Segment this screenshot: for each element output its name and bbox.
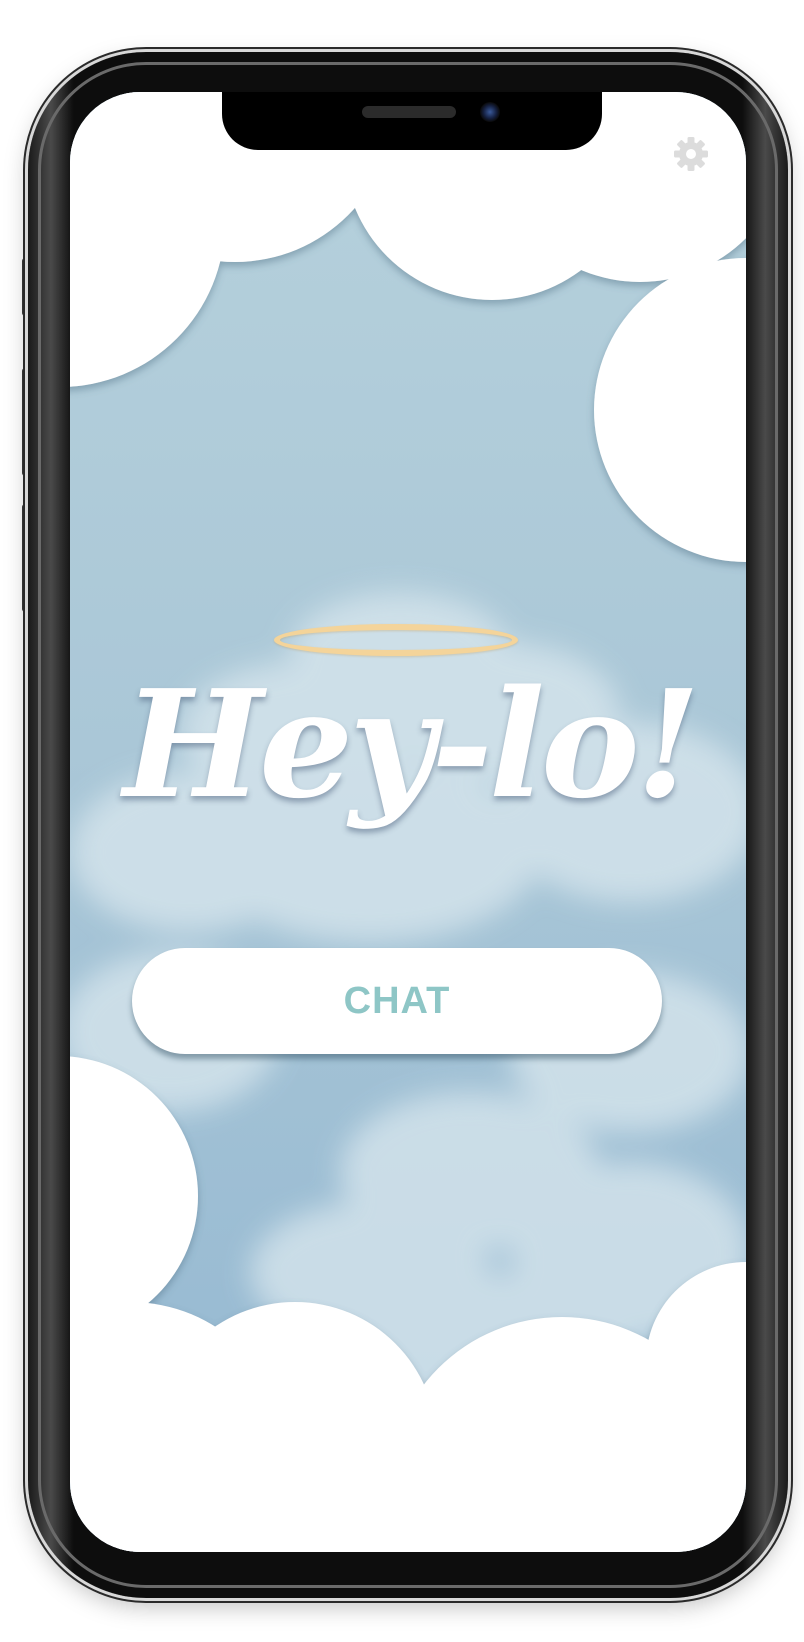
earpiece-speaker <box>362 106 456 118</box>
chat-button[interactable]: CHAT <box>132 948 662 1054</box>
front-camera <box>480 102 500 122</box>
settings-button[interactable] <box>670 133 712 175</box>
app-title: Hey-lo! <box>123 657 700 831</box>
gear-icon <box>674 137 708 171</box>
notch <box>222 92 602 150</box>
device-stage: Hey-lo! CHAT <box>0 0 804 1642</box>
chat-button-label: CHAT <box>343 979 451 1022</box>
halo-icon <box>274 624 518 656</box>
